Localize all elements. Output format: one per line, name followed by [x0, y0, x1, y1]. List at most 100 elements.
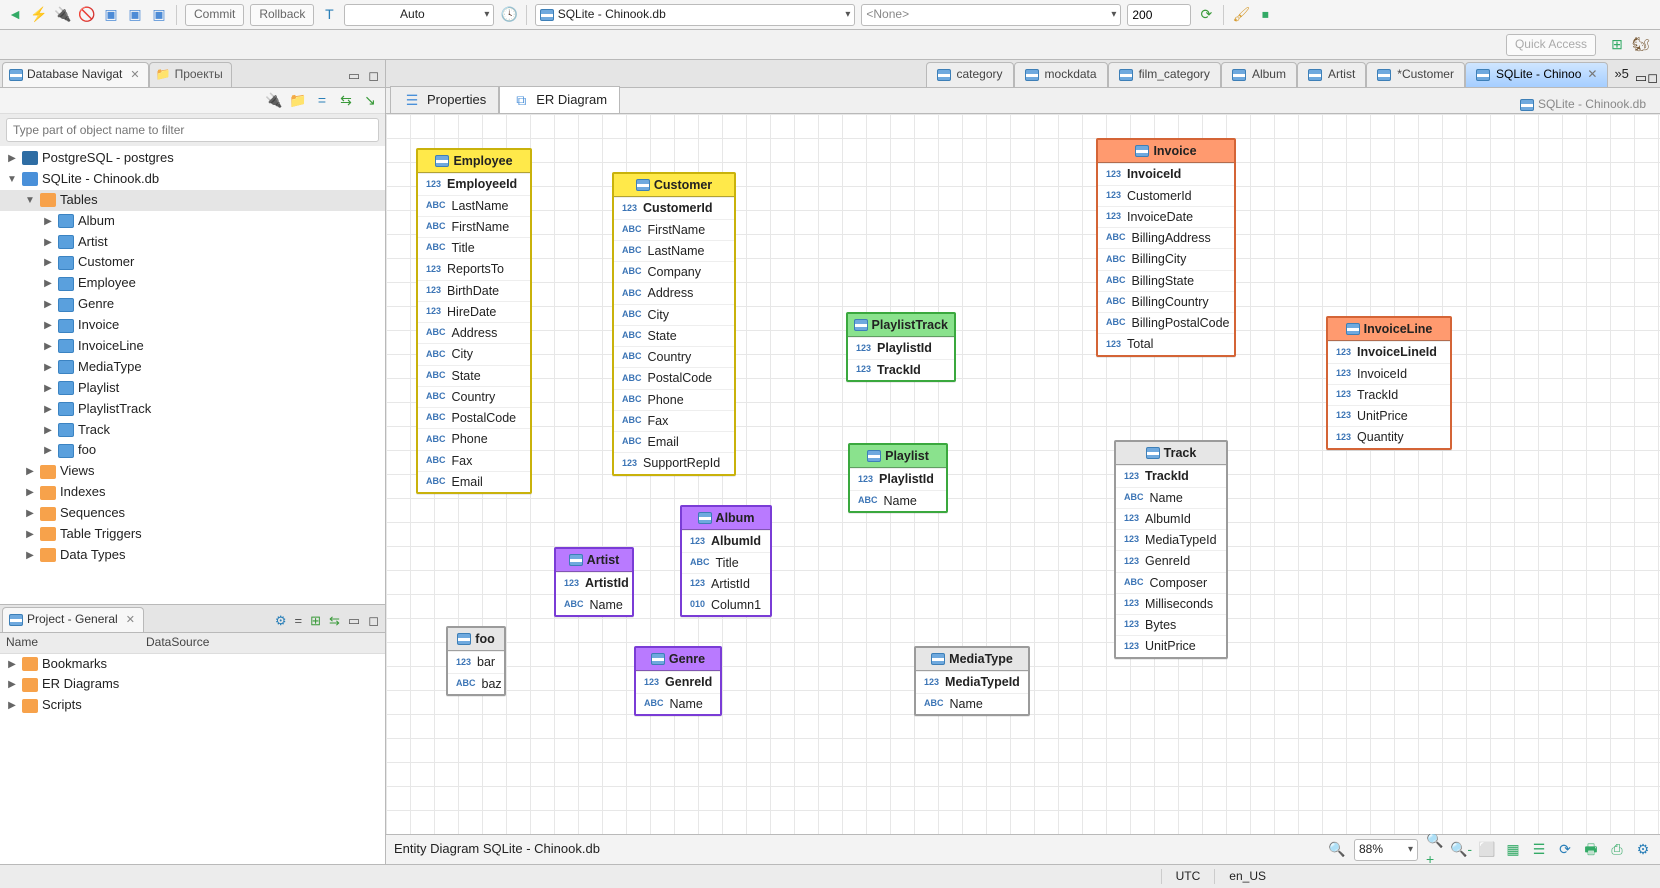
- perspective-dbeaver-icon[interactable]: 🐿: [1632, 36, 1650, 54]
- tree-node[interactable]: ▶Genre: [0, 294, 385, 315]
- entity-genre[interactable]: Genre123GenreIdABCName: [634, 646, 722, 716]
- editor-tab[interactable]: *Customer: [1366, 62, 1465, 87]
- collapse-icon[interactable]: =: [291, 611, 307, 632]
- gear-icon[interactable]: ⚙: [271, 611, 291, 632]
- zoom-in-icon[interactable]: 🔍+: [1426, 841, 1444, 859]
- entity-playlisttrack[interactable]: PlaylistTrack123PlaylistId123TrackId: [846, 312, 956, 382]
- close-icon[interactable]: ✕: [126, 613, 135, 627]
- entity-customer[interactable]: Customer123CustomerIdABCFirstNameABCLast…: [612, 172, 736, 476]
- tree-node[interactable]: ▶InvoiceLine: [0, 336, 385, 357]
- tree-node[interactable]: ▶foo: [0, 440, 385, 461]
- quick-access-button[interactable]: Quick Access: [1506, 34, 1596, 56]
- minimize-icon[interactable]: ▭: [344, 611, 364, 632]
- maximize-icon[interactable]: ◻: [1647, 70, 1658, 87]
- editor-tab[interactable]: Album: [1221, 62, 1297, 87]
- tab-projects[interactable]: 📁Проекты: [149, 62, 232, 87]
- tx-mode-combo[interactable]: Auto: [344, 4, 494, 26]
- entity-album[interactable]: Album123AlbumIdABCTitle123ArtistId010Col…: [680, 505, 772, 617]
- sql-editor-icon[interactable]: ▣: [102, 6, 120, 24]
- sql-recent-icon[interactable]: ▣: [150, 6, 168, 24]
- tree-node[interactable]: ▶Employee: [0, 273, 385, 294]
- plug-icon[interactable]: 🔌: [54, 6, 72, 24]
- export-icon[interactable]: 🖶: [1582, 841, 1600, 859]
- tree-node[interactable]: ▶PlaylistTrack: [0, 399, 385, 420]
- tree-node[interactable]: ▶Views: [0, 461, 385, 482]
- layers-icon[interactable]: ☰: [1530, 841, 1548, 859]
- add-icon[interactable]: ⊞: [306, 611, 325, 632]
- er-diagram-canvas[interactable]: Employee123EmployeeIdABCLastNameABCFirst…: [386, 114, 1660, 834]
- tree-node[interactable]: ▶Sequences: [0, 503, 385, 524]
- status-timezone[interactable]: UTC: [1161, 869, 1215, 885]
- plug-disconnect-icon[interactable]: 🚫: [78, 6, 96, 24]
- print-icon[interactable]: ⎙: [1608, 841, 1626, 859]
- close-icon[interactable]: ✕: [130, 68, 139, 82]
- entity-track[interactable]: Track123TrackIdABCName123AlbumId123Media…: [1114, 440, 1228, 659]
- minimize-icon[interactable]: ▭: [344, 66, 364, 87]
- plug-connect-icon[interactable]: ⚡: [30, 6, 48, 24]
- link-icon[interactable]: ⇆: [337, 92, 355, 110]
- tree-node[interactable]: ▶Playlist: [0, 378, 385, 399]
- tx-mode-icon[interactable]: T: [320, 6, 338, 24]
- history-icon[interactable]: 🕓: [500, 6, 518, 24]
- grid-icon[interactable]: ▦: [1504, 841, 1522, 859]
- datasource-combo[interactable]: SQLite - Chinook.db: [535, 4, 855, 26]
- tree-node[interactable]: ▶Data Types: [0, 545, 385, 566]
- commit-button[interactable]: Commit: [185, 4, 244, 26]
- maximize-icon[interactable]: ◻: [364, 66, 383, 87]
- perspective-open-icon[interactable]: ⊞: [1608, 36, 1626, 54]
- entity-playlist[interactable]: Playlist123PlaylistIdABCName: [848, 443, 948, 513]
- project-tree[interactable]: ▶Bookmarks▶ER Diagrams▶Scripts: [0, 654, 385, 864]
- minimize-icon[interactable]: ▭: [1635, 70, 1647, 87]
- tree-node[interactable]: ▶Artist: [0, 232, 385, 253]
- search-icon[interactable]: 🔍: [1328, 841, 1346, 859]
- editor-tab[interactable]: mockdata: [1014, 62, 1108, 87]
- tab-database-navigator[interactable]: Database Navigat✕: [2, 62, 149, 87]
- tree-node[interactable]: ▶Album: [0, 211, 385, 232]
- entity-artist[interactable]: Artist123ArtistIdABCName: [554, 547, 634, 617]
- subtab-properties[interactable]: ☰Properties: [390, 86, 499, 113]
- tree-node[interactable]: ▼Tables: [0, 190, 385, 211]
- new-folder-icon[interactable]: 📁: [289, 92, 307, 110]
- entity-foo[interactable]: foo123barABCbaz: [446, 626, 506, 696]
- refresh-icon[interactable]: ⟳: [1197, 6, 1215, 24]
- zoom-out-icon[interactable]: 🔍-: [1452, 841, 1470, 859]
- filter-icon[interactable]: ↘: [361, 92, 379, 110]
- rollback-button[interactable]: Rollback: [250, 4, 314, 26]
- entity-invoiceline[interactable]: InvoiceLine123InvoiceLineId123InvoiceId1…: [1326, 316, 1452, 450]
- close-icon[interactable]: ✕: [1587, 67, 1597, 83]
- tree-node[interactable]: ▶PostgreSQL - postgres: [0, 148, 385, 169]
- tree-node[interactable]: ▶Indexes: [0, 482, 385, 503]
- editor-tab[interactable]: Artist: [1297, 62, 1366, 87]
- entity-employee[interactable]: Employee123EmployeeIdABCLastNameABCFirst…: [416, 148, 532, 494]
- fetch-size-input[interactable]: [1127, 4, 1191, 26]
- tree-node[interactable]: ▶MediaType: [0, 357, 385, 378]
- brush-icon[interactable]: 🖌: [1232, 6, 1250, 24]
- entity-invoice[interactable]: Invoice123InvoiceId123CustomerId123Invoi…: [1096, 138, 1236, 357]
- tree-node[interactable]: ▶Table Triggers: [0, 524, 385, 545]
- connect-icon[interactable]: 🔌: [265, 92, 283, 110]
- editor-tab[interactable]: category: [926, 62, 1014, 87]
- collapse-icon[interactable]: =: [313, 92, 331, 110]
- tree-node[interactable]: ▶ER Diagrams: [0, 674, 385, 695]
- tree-node[interactable]: ▶Scripts: [0, 695, 385, 716]
- status-locale[interactable]: en_US: [1214, 869, 1280, 885]
- schema-combo[interactable]: <None>: [861, 4, 1121, 26]
- settings-icon[interactable]: ⚙: [1634, 841, 1652, 859]
- zoom-combo[interactable]: 88%: [1354, 839, 1418, 861]
- navigator-tree[interactable]: ▶PostgreSQL - postgres▼SQLite - Chinook.…: [0, 146, 385, 604]
- tab-project-general[interactable]: Project - General✕: [2, 607, 144, 632]
- tree-node[interactable]: ▼SQLite - Chinook.db: [0, 169, 385, 190]
- refresh-diagram-icon[interactable]: ⟳: [1556, 841, 1574, 859]
- entity-mediatype[interactable]: MediaType123MediaTypeIdABCName: [914, 646, 1030, 716]
- tree-node[interactable]: ▶Bookmarks: [0, 654, 385, 675]
- editor-tab[interactable]: film_category: [1108, 62, 1221, 87]
- stop-icon[interactable]: ⏹: [1256, 6, 1274, 24]
- fit-icon[interactable]: ⬜: [1478, 841, 1496, 859]
- editor-tab[interactable]: SQLite - Chinoo✕: [1465, 62, 1608, 87]
- tabs-overflow[interactable]: »5: [1608, 62, 1634, 87]
- link-icon[interactable]: ⇆: [325, 611, 344, 632]
- subtab-er-diagram[interactable]: ⧉ER Diagram: [499, 86, 620, 113]
- tree-node[interactable]: ▶Invoice: [0, 315, 385, 336]
- tree-node[interactable]: ▶Track: [0, 420, 385, 441]
- navigator-filter-input[interactable]: [6, 118, 379, 142]
